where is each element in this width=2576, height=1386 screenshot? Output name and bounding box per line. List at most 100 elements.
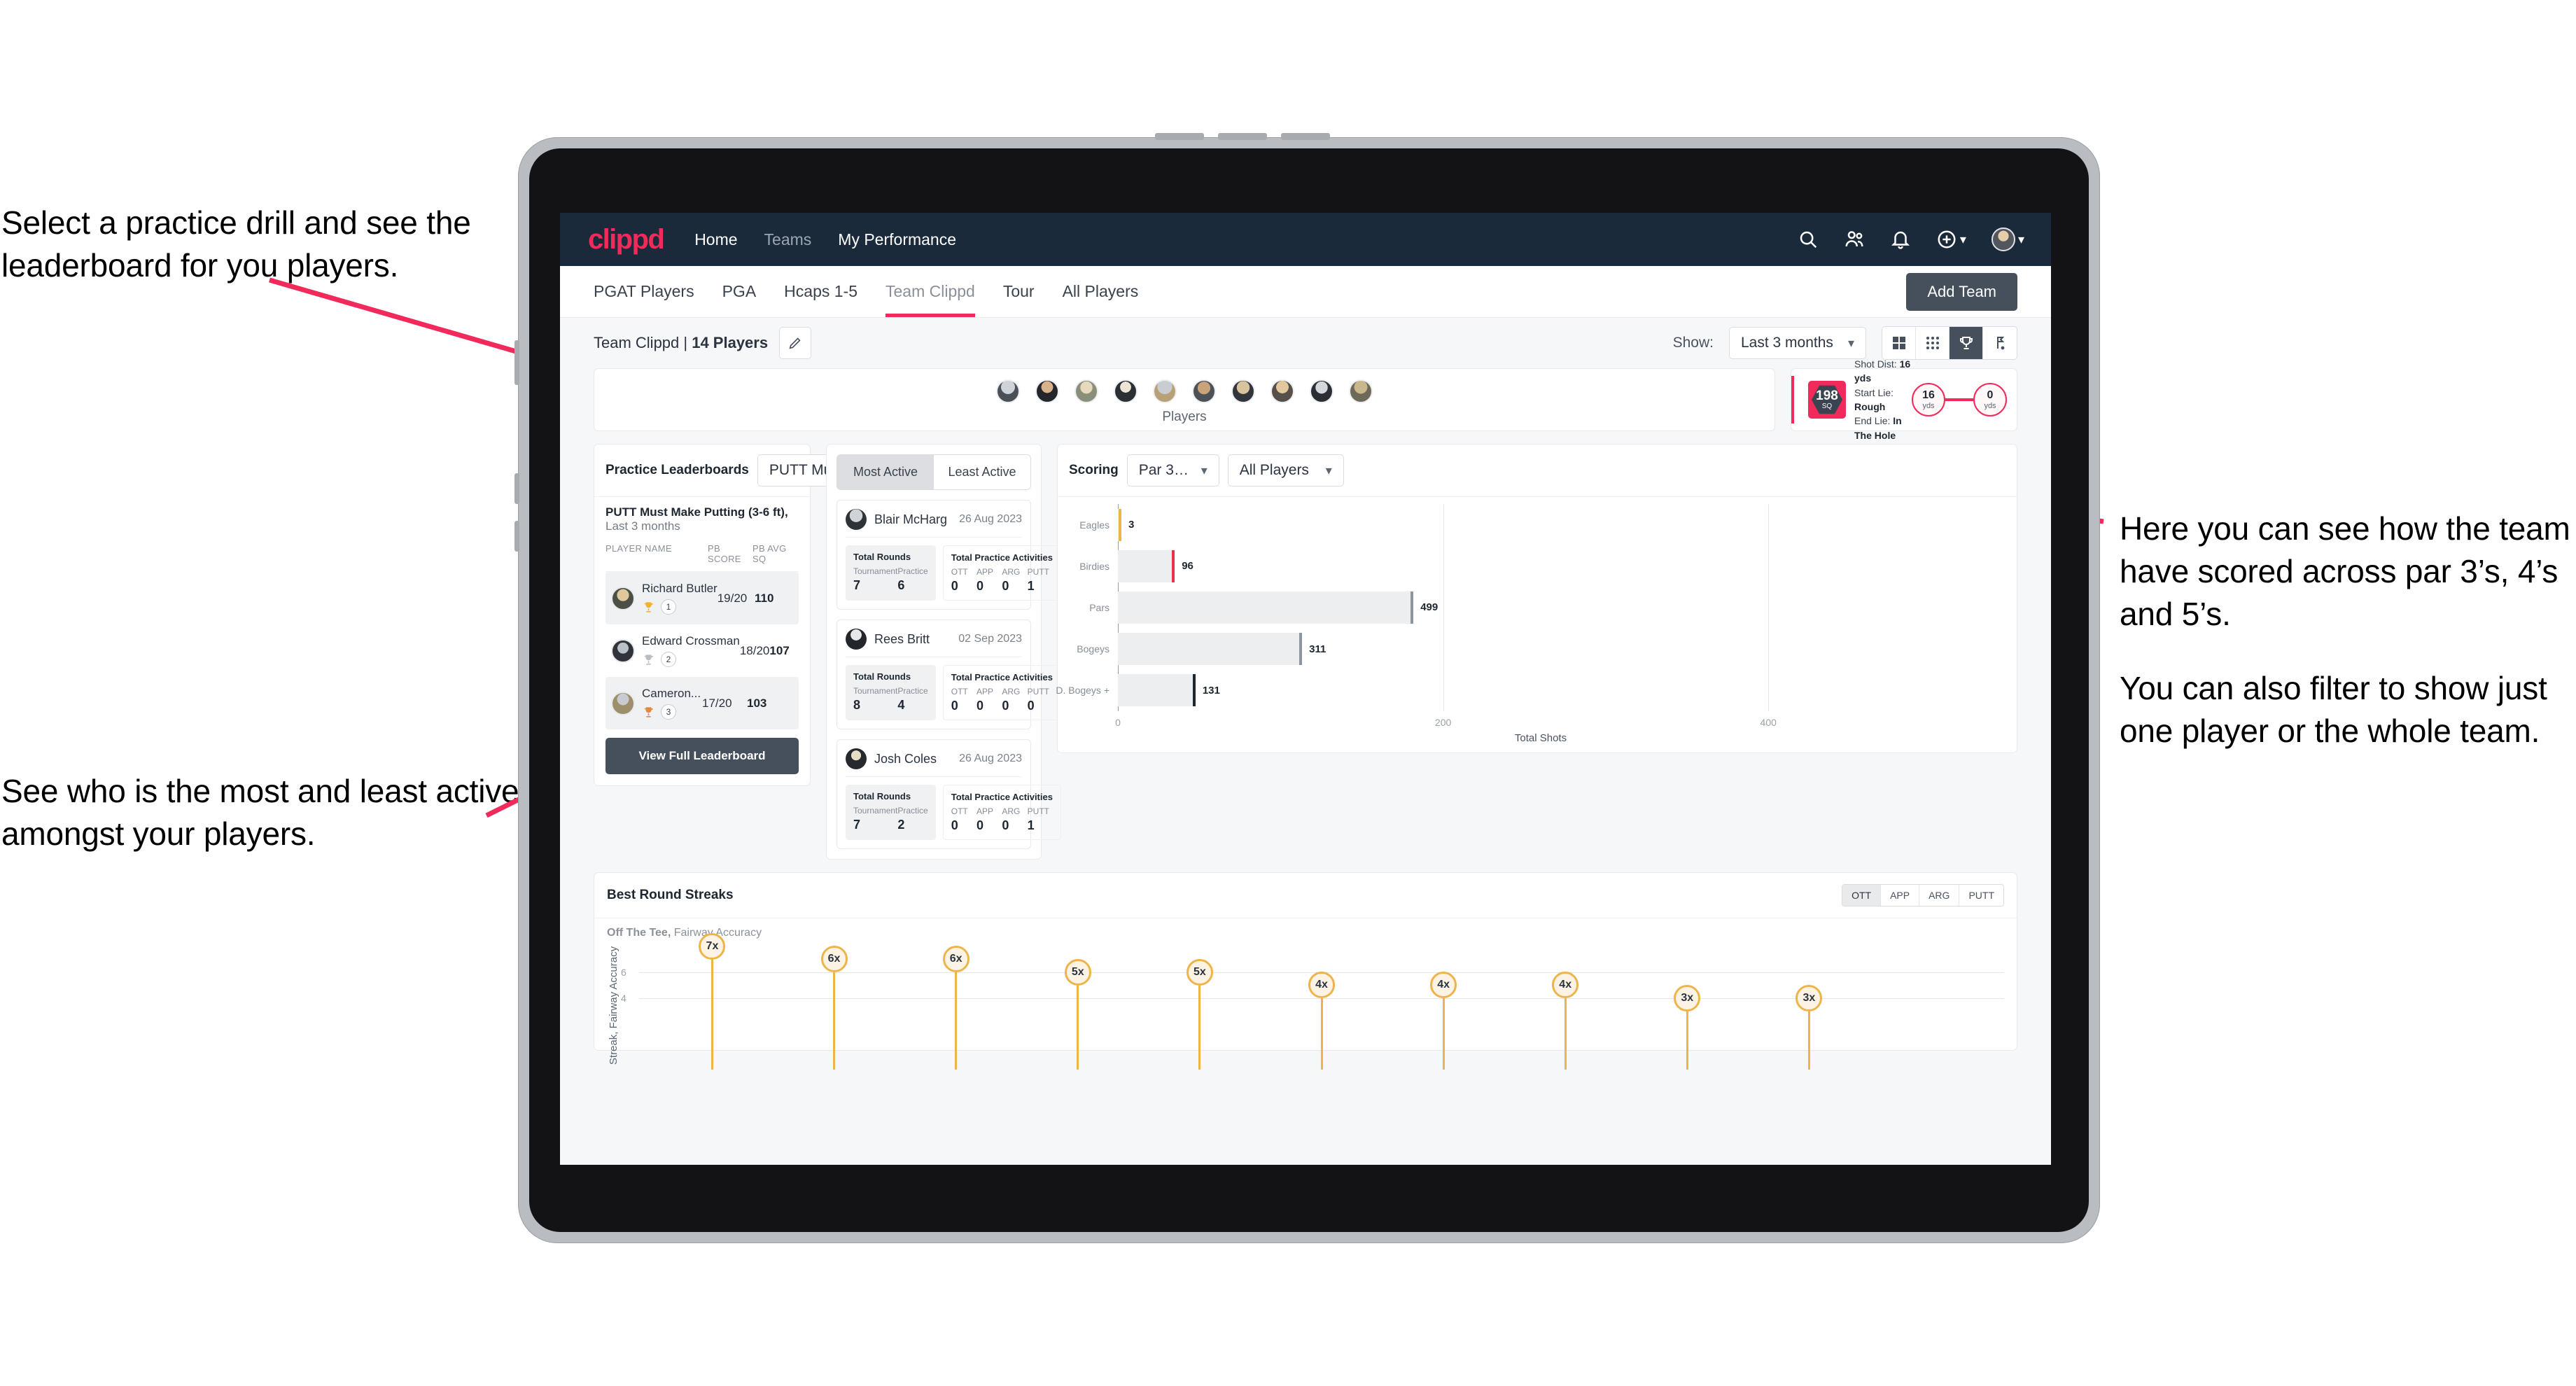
- view-full-leaderboard-button[interactable]: View Full Leaderboard: [606, 738, 799, 774]
- player-filter-select[interactable]: All Players ▾: [1227, 454, 1344, 486]
- column-pb-score: PB SCORE: [708, 543, 741, 564]
- lollipop-value-label: 3x: [1674, 984, 1701, 1011]
- tournament-value: 8: [853, 698, 861, 712]
- sq-unit: SQ: [1821, 402, 1833, 410]
- table-row[interactable]: Cameron... 3 17/20 103: [606, 677, 799, 729]
- lollipop-stem: [833, 972, 836, 1070]
- arg-stat: ARG 0: [1002, 806, 1027, 833]
- lollipop-marker[interactable]: 5x: [1064, 958, 1091, 1070]
- lollipop-marker[interactable]: 6x: [942, 946, 969, 1070]
- lollipop-marker[interactable]: 4x: [1430, 972, 1457, 1070]
- pb-score-value: 18/20: [739, 643, 770, 657]
- bar-cap: [1410, 591, 1414, 624]
- flag-view-icon[interactable]: [1983, 327, 2017, 359]
- par-filter-select[interactable]: Par 3, 4 & 5s ▾: [1126, 454, 1219, 486]
- player-name: Blair McHarg: [874, 512, 948, 526]
- lollipop-marker[interactable]: 4x: [1552, 972, 1579, 1070]
- players-caption: Players: [1162, 409, 1207, 424]
- streaks-y-axis-label-text: Streak, Fairway Accuracy: [608, 946, 620, 1065]
- shot-details: Shot Dist: 16 yds Start Lie: Rough End L…: [1854, 357, 1912, 442]
- avatar[interactable]: [1192, 379, 1216, 403]
- avatar[interactable]: [1231, 379, 1255, 403]
- tab-hcaps-1-5[interactable]: Hcaps 1-5: [784, 266, 858, 317]
- lollipop-marker[interactable]: 3x: [1795, 984, 1823, 1070]
- tab-most-active[interactable]: Most Active: [837, 455, 934, 489]
- activity-player-header: Rees Britt 02 Sep 2023: [846, 629, 1022, 657]
- avatar[interactable]: [1991, 227, 2015, 251]
- avatar[interactable]: [1035, 379, 1059, 403]
- list-item[interactable]: Blair McHarg 26 Aug 2023 Total Rounds To…: [836, 500, 1061, 610]
- segment-arg[interactable]: ARG: [1919, 885, 1960, 906]
- arg-stat: ARG 0: [1002, 687, 1027, 713]
- lollipop-marker[interactable]: 5x: [1186, 958, 1213, 1070]
- segment-app[interactable]: APP: [1881, 885, 1920, 906]
- table-row[interactable]: Richard Butler 1 19/20 110: [606, 572, 799, 624]
- people-icon[interactable]: [1844, 229, 1865, 250]
- trophy-view-icon[interactable]: [1949, 327, 1983, 359]
- avatar[interactable]: [1114, 379, 1138, 403]
- tab-team-clippd[interactable]: Team Clippd: [886, 266, 975, 317]
- scoring-bar-chart: 0 200 400 Eagles 3 Birdies 96 Pars 499 Bogeys 311 D…: [1056, 504, 1963, 728]
- leaderboard-column-headers: PLAYER NAME PB SCORE PB AVG SQ: [606, 533, 799, 572]
- lollipop-stem: [1807, 1011, 1810, 1070]
- avatar[interactable]: [1074, 379, 1098, 403]
- bar: [1118, 550, 1175, 582]
- tab-least-active[interactable]: Least Active: [934, 455, 1030, 489]
- last-activity-date: 26 Aug 2023: [959, 752, 1022, 764]
- edit-team-button[interactable]: [779, 327, 812, 359]
- tab-pga[interactable]: PGA: [722, 266, 757, 317]
- avatar[interactable]: [1153, 379, 1177, 403]
- bar-cap: [1192, 674, 1196, 707]
- bell-icon[interactable]: [1890, 229, 1911, 250]
- total-rounds-values: Tournament 7 Practice 2: [853, 806, 928, 832]
- arg-value: 0: [1002, 579, 1009, 593]
- avatar[interactable]: [1270, 379, 1294, 403]
- segment-putt[interactable]: PUTT: [1959, 885, 2003, 906]
- account-menu[interactable]: ▾: [1991, 227, 2024, 251]
- player-meta: Cameron... 3: [642, 687, 702, 720]
- lollipop-marker[interactable]: 4x: [1308, 972, 1335, 1070]
- putt-label: PUTT: [1027, 687, 1050, 696]
- list-item[interactable]: Rees Britt 02 Sep 2023 Total Rounds Tour…: [836, 620, 1061, 729]
- clippd-logo[interactable]: clippd: [588, 224, 665, 255]
- segment-ott[interactable]: OTT: [1842, 885, 1882, 906]
- tab-tour[interactable]: Tour: [1003, 266, 1035, 317]
- search-icon[interactable]: [1798, 229, 1819, 250]
- list-item[interactable]: Josh Coles 26 Aug 2023 Total Rounds Tour…: [836, 739, 1061, 849]
- bar-row: Pars 499: [1089, 587, 1963, 628]
- avatar[interactable]: [1349, 379, 1373, 403]
- players-strip-card: Players: [594, 368, 1775, 431]
- date-range-select[interactable]: Last 3 months ▾: [1729, 327, 1866, 359]
- tournament-stat: Tournament 7: [853, 806, 897, 832]
- total-rounds-header: Total Rounds: [853, 552, 911, 562]
- tab-all-players[interactable]: All Players: [1063, 266, 1139, 317]
- team-title: Team Clippd | 14 Players: [594, 334, 768, 352]
- arg-label: ARG: [1002, 567, 1021, 577]
- tab-pgat-players[interactable]: PGAT Players: [594, 266, 694, 317]
- grid-view-icon[interactable]: [1882, 327, 1916, 359]
- avatar: [611, 586, 635, 610]
- lollipop-marker[interactable]: 7x: [699, 932, 726, 1070]
- nav-link-my-performance[interactable]: My Performance: [838, 230, 956, 249]
- lollipop-marker[interactable]: 6x: [820, 946, 848, 1070]
- nav-link-teams[interactable]: Teams: [764, 230, 812, 249]
- table-row[interactable]: Edward Crossman 2 18/20 107: [606, 624, 799, 677]
- avatar[interactable]: [996, 379, 1020, 403]
- lollipop-marker[interactable]: 3x: [1674, 984, 1701, 1070]
- plus-circle-icon[interactable]: [1936, 229, 1957, 250]
- nav-link-home[interactable]: Home: [694, 230, 737, 249]
- total-rounds-box: Total Rounds Tournament 8 Practice 4: [846, 665, 936, 720]
- end-distance-value: 0: [1987, 388, 1994, 401]
- bar-value-label: 499: [1420, 601, 1438, 614]
- rank-badge: 3: [661, 704, 676, 720]
- avatar[interactable]: [1310, 379, 1334, 403]
- team-toolbar: Team Clippd | 14 Players Show: Last 3 mo…: [575, 318, 2036, 368]
- dots-grid-view-icon[interactable]: [1916, 327, 1949, 359]
- add-team-button[interactable]: Add Team: [1906, 272, 2017, 311]
- bar-row: Bogeys 311: [1077, 629, 1963, 670]
- annotation-left-top: Select a practice drill and see the lead…: [1, 204, 471, 284]
- app-label: APP: [976, 806, 994, 816]
- player-badges: 3: [642, 704, 702, 720]
- app-label: APP: [976, 687, 994, 696]
- add-menu[interactable]: ▾: [1936, 229, 1966, 250]
